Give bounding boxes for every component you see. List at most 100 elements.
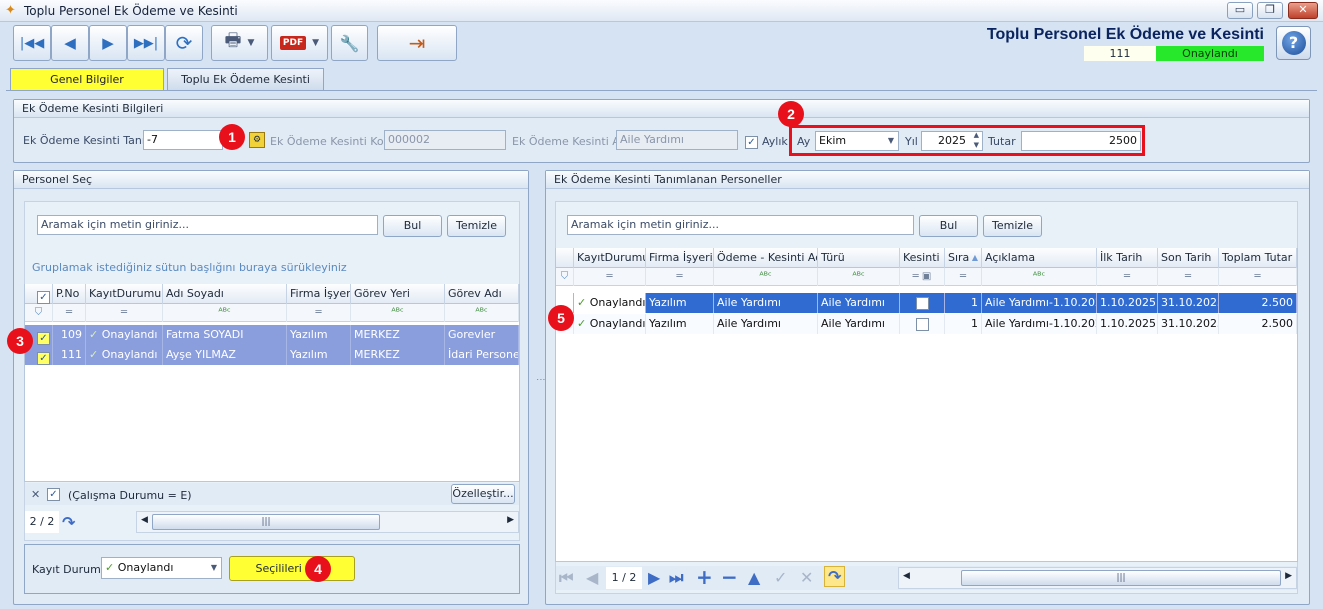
- nav-last-icon[interactable]: ⏭: [669, 568, 683, 588]
- help-button[interactable]: ?: [1276, 26, 1311, 60]
- col-ilk-tarih[interactable]: İlk Tarih: [1097, 248, 1158, 268]
- filter-text-icon[interactable]: ᴬᴮᶜ: [818, 268, 900, 286]
- lookup-icon[interactable]: ⚙: [249, 132, 265, 148]
- nav-up-icon[interactable]: ▲: [748, 568, 760, 587]
- add-selected-button[interactable]: Seçilileri Ekle: [229, 556, 355, 581]
- last-record-button[interactable]: ▶▶|: [127, 25, 165, 61]
- settings-button[interactable]: 🔧: [331, 25, 368, 61]
- yil-spinner[interactable]: 2025 ▲ ▼: [921, 131, 983, 151]
- col-gorevyeri[interactable]: Görev Yeri: [351, 284, 445, 304]
- table-row[interactable]: ✓ Onaylandı Yazılım Aile Yardımı Aile Ya…: [556, 314, 1297, 334]
- right-h-scrollbar[interactable]: ◀ ||| ▶: [898, 567, 1297, 589]
- nav-next-icon[interactable]: ▶: [648, 568, 660, 587]
- row-checkbox[interactable]: ✓: [37, 352, 50, 365]
- maximize-button[interactable]: ❐: [1257, 2, 1283, 19]
- scroll-left-icon[interactable]: ◀: [141, 515, 148, 525]
- filter-equals-icon[interactable]: ═: [86, 304, 163, 322]
- filter-text-icon[interactable]: ᴬᴮᶜ: [445, 304, 519, 322]
- filter-text-icon[interactable]: ᴬᴮᶜ: [714, 268, 818, 286]
- filter-equals-icon[interactable]: ═: [646, 268, 714, 286]
- nav-first-icon[interactable]: ⏮: [559, 568, 573, 588]
- filter-equals-icon[interactable]: ═: [574, 268, 646, 286]
- filter-equals-icon[interactable]: ═: [1219, 268, 1297, 286]
- filter-checkbox-icon[interactable]: ═ ▣: [900, 268, 945, 286]
- filter-enabled-checkbox[interactable]: ✓: [47, 488, 60, 501]
- col-kesinti[interactable]: Kesinti: [900, 248, 945, 268]
- tab-genel-bilgiler[interactable]: Genel Bilgiler: [10, 68, 164, 90]
- filter-equals-icon[interactable]: ═: [1097, 268, 1158, 286]
- col-sira[interactable]: Sıra ▲: [945, 248, 982, 268]
- nav-prev-icon[interactable]: ◀: [586, 568, 598, 587]
- personel-filter-row[interactable]: ⛉ ═ ═ ᴬᴮᶜ ═ ᴬᴮᶜ ᴬᴮᶜ: [25, 304, 519, 322]
- minimize-button[interactable]: ▭: [1227, 2, 1253, 19]
- col-turu[interactable]: Türü: [818, 248, 900, 268]
- left-search-input[interactable]: Aramak için metin giriniz...: [37, 215, 378, 235]
- col-son-tarih[interactable]: Son Tarih: [1158, 248, 1219, 268]
- cell-kesinti[interactable]: [900, 293, 945, 313]
- close-button[interactable]: ✕: [1288, 2, 1318, 19]
- tutar-input[interactable]: 2500: [1021, 131, 1141, 151]
- left-find-button[interactable]: Bul: [383, 215, 442, 237]
- spinner-arrows-icon[interactable]: ▲ ▼: [974, 130, 979, 150]
- scroll-right-icon[interactable]: ▶: [507, 515, 514, 525]
- prev-record-button[interactable]: ◀: [51, 25, 89, 61]
- table-row[interactable]: ✓ 111 ✓ Onaylandı Ayşe YILMAZ Yazılım ME…: [25, 345, 519, 365]
- right-find-button[interactable]: Bul: [919, 215, 978, 237]
- col-firma[interactable]: Firma İşyeri: [646, 248, 714, 268]
- left-h-scrollbar[interactable]: ◀ ||| ▶: [136, 511, 519, 533]
- table-row[interactable]: ✓ Onaylandı Yazılım Aile Yardımı Aile Ya…: [556, 293, 1297, 313]
- filter-equals-icon[interactable]: ═: [1158, 268, 1219, 286]
- filter-text-icon[interactable]: ᴬᴮᶜ: [982, 268, 1097, 286]
- col-kayitdurumu[interactable]: KayıtDurumu: [86, 284, 163, 304]
- kayit-durumu-select[interactable]: ✓ Onaylandı ▼: [101, 557, 222, 579]
- filter-text-icon[interactable]: ᴬᴮᶜ: [351, 304, 445, 322]
- col-odeme[interactable]: Ödeme - Kesinti Adı: [714, 248, 818, 268]
- next-record-button[interactable]: ▶: [89, 25, 127, 61]
- first-record-button[interactable]: |◀◀: [13, 25, 51, 61]
- filter-funnel-icon[interactable]: ⛉: [25, 304, 53, 322]
- left-clear-button[interactable]: Temizle: [447, 215, 506, 237]
- cell-kesinti[interactable]: [900, 314, 945, 334]
- right-search-input[interactable]: Aramak için metin giriniz...: [567, 215, 914, 235]
- pdf-export-button[interactable]: PDF ▼: [271, 25, 328, 61]
- row-checkbox[interactable]: ✓: [37, 332, 50, 345]
- scroll-thumb[interactable]: |||: [152, 514, 380, 530]
- col-firma[interactable]: Firma İşyeri: [287, 284, 351, 304]
- filter-funnel-icon[interactable]: ⛉: [556, 268, 574, 286]
- kesinti-checkbox[interactable]: [915, 297, 929, 310]
- customize-button[interactable]: Özelleştir...: [451, 484, 515, 504]
- scroll-thumb[interactable]: |||: [961, 570, 1281, 586]
- refresh-button[interactable]: ⟳: [165, 25, 203, 61]
- right-clear-button[interactable]: Temizle: [983, 215, 1042, 237]
- filter-equals-icon[interactable]: ═: [287, 304, 351, 322]
- tab-toplu-liste[interactable]: Toplu Ek Ödeme Kesinti Listesi: [167, 68, 324, 108]
- refresh-icon[interactable]: ↷: [62, 513, 75, 532]
- nav-add-icon[interactable]: +: [696, 565, 713, 589]
- col-pno[interactable]: P.No: [53, 284, 86, 304]
- filter-text-icon[interactable]: ᴬᴮᶜ: [163, 304, 287, 322]
- clear-filter-icon[interactable]: ✕: [31, 488, 40, 501]
- print-button[interactable]: 🖶 ▼: [211, 25, 268, 61]
- aylik-checkbox[interactable]: ✓: [745, 136, 758, 149]
- nav-cancel-icon[interactable]: ✕: [800, 568, 813, 587]
- tanimlanan-filter-row[interactable]: ⛉ ═ ═ ᴬᴮᶜ ᴬᴮᶜ ═ ▣ ═ ᴬᴮᶜ ═ ═ ═: [556, 268, 1297, 286]
- tanim-input[interactable]: -7: [143, 130, 223, 150]
- col-kayitdurumu[interactable]: KayıtDurumu: [574, 248, 646, 268]
- col-gorevadi[interactable]: Görev Adı: [445, 284, 519, 304]
- col-toplam-tutar[interactable]: Toplam Tutar: [1219, 248, 1297, 268]
- col-aciklama[interactable]: Açıklama: [982, 248, 1097, 268]
- exit-door-button[interactable]: ⇥: [377, 25, 457, 61]
- filter-equals-icon[interactable]: ═: [945, 268, 982, 286]
- select-all-cell[interactable]: ✓: [25, 284, 53, 304]
- table-row[interactable]: ✓ 109 ✓ Onaylandı Fatma SOYADI Yazılım M…: [25, 325, 519, 345]
- nav-refresh-icon[interactable]: ↷: [824, 566, 846, 587]
- nav-remove-icon[interactable]: −: [721, 565, 738, 589]
- scroll-right-icon[interactable]: ▶: [1285, 571, 1292, 581]
- scroll-left-icon[interactable]: ◀: [903, 571, 910, 581]
- nav-confirm-icon[interactable]: ✓: [774, 568, 787, 587]
- ay-select[interactable]: Ekim ▼: [815, 131, 899, 151]
- kesinti-checkbox[interactable]: [915, 318, 929, 331]
- splitter-grip[interactable]: ⋮: [535, 375, 545, 384]
- col-adsoyad[interactable]: Adı Soyadı: [163, 284, 287, 304]
- select-all-checkbox[interactable]: ✓: [37, 291, 50, 304]
